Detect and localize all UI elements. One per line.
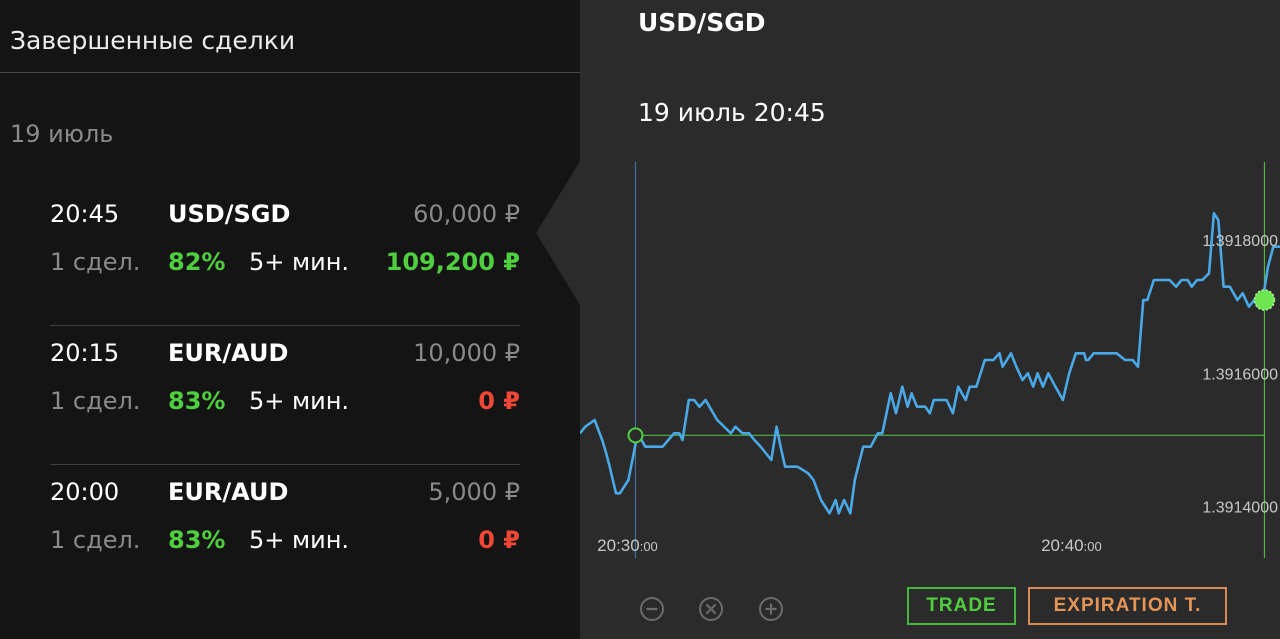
- trade-pair: EUR/AUD: [168, 339, 289, 367]
- title-divider: [0, 72, 580, 73]
- trade-percent: 83%: [168, 387, 226, 415]
- trade-count: 1 сдел.: [50, 387, 141, 415]
- trade-payout: 109,200 ₽: [385, 248, 520, 276]
- trade-time: 20:15: [50, 339, 120, 367]
- trade-payout: 0 ₽: [478, 526, 520, 554]
- selected-row-pointer: [536, 161, 580, 305]
- trade-button[interactable]: TRADE: [907, 587, 1016, 625]
- expiry-point-marker: [1253, 289, 1276, 311]
- trade-percent: 82%: [168, 248, 226, 276]
- trade-count: 1 сдел.: [50, 526, 141, 554]
- price-line: [580, 211, 1280, 515]
- trade-duration: 5+ мин.: [249, 248, 350, 276]
- expiration-time-button[interactable]: EXPIRATION T.: [1028, 587, 1227, 625]
- price-chart[interactable]: 1.3918000 1.3916000 1.3914000 20:30:00 20:40…: [580, 160, 1280, 560]
- trade-payout: 0 ₽: [478, 387, 520, 415]
- trade-duration: 5+ мин.: [249, 526, 350, 554]
- chart-pair-title: USD/SGD: [638, 8, 766, 37]
- fit-icon[interactable]: [698, 596, 724, 622]
- trade-count: 1 сдел.: [50, 248, 141, 276]
- trade-amount: 5,000 ₽: [428, 478, 520, 506]
- zoom-out-icon[interactable]: [639, 596, 665, 622]
- trade-row[interactable]: 20:00 EUR/AUD 5,000 ₽ 1 сдел. 83% 5+ мин…: [50, 464, 520, 604]
- trade-time: 20:45: [50, 200, 120, 228]
- chart-datetime: 19 июль 20:45: [638, 98, 826, 127]
- x-tick-label: 20:30:00: [597, 536, 658, 555]
- zoom-in-icon[interactable]: [758, 596, 784, 622]
- y-tick-label: 1.3918000: [1202, 233, 1278, 250]
- trade-duration: 5+ мин.: [249, 387, 350, 415]
- trade-row[interactable]: 20:45 USD/SGD 60,000 ₽ 1 сдел. 82% 5+ ми…: [50, 186, 520, 326]
- y-tick-label: 1.3914000: [1202, 500, 1278, 517]
- trade-amount: 10,000 ₽: [413, 339, 520, 367]
- trade-pair: EUR/AUD: [168, 478, 289, 506]
- entry-point-marker: [627, 427, 644, 444]
- trade-pair: USD/SGD: [168, 200, 291, 228]
- trade-amount: 60,000 ₽: [413, 200, 520, 228]
- panel-title: Завершенные сделки: [10, 26, 296, 55]
- x-tick-label: 20:40:00: [1041, 536, 1102, 555]
- y-tick-label: 1.3916000: [1202, 366, 1278, 383]
- trade-time: 20:00: [50, 478, 120, 506]
- trade-percent: 83%: [168, 526, 226, 554]
- trade-row[interactable]: 20:15 EUR/AUD 10,000 ₽ 1 сдел. 83% 5+ ми…: [50, 325, 520, 465]
- completed-trades-panel: Завершенные сделки 19 июль 20:45 USD/SGD…: [0, 0, 580, 639]
- date-group-header: 19 июль: [10, 120, 114, 148]
